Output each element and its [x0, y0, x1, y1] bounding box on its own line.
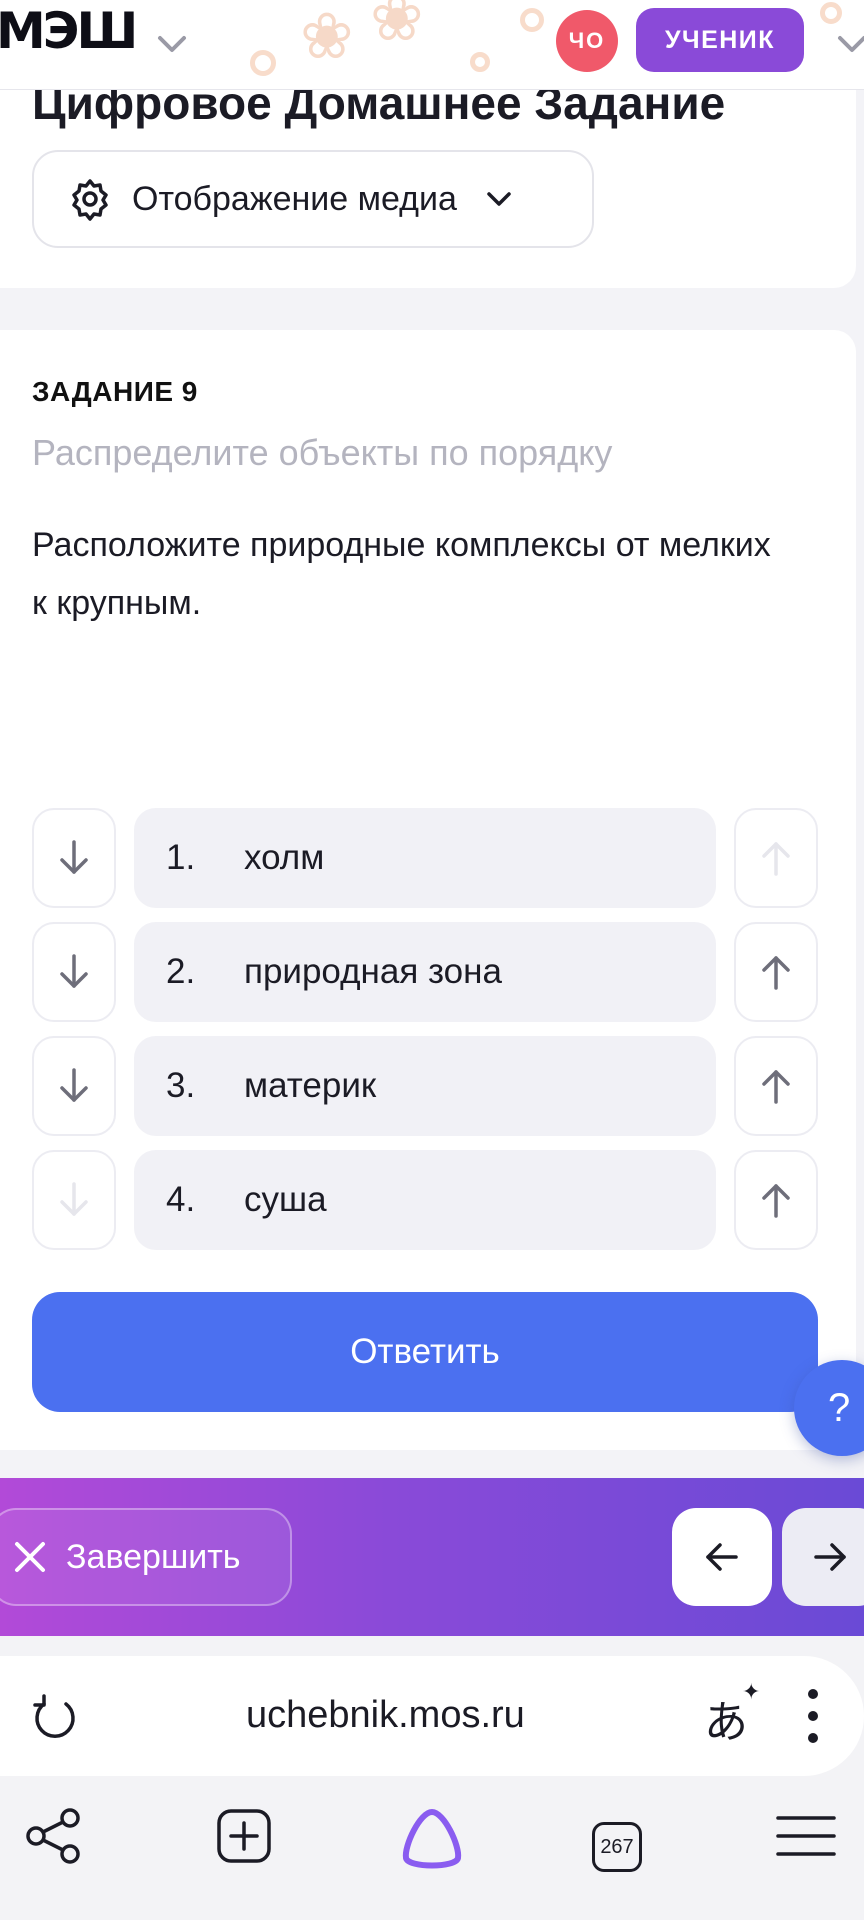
browser-bottom-nav: 267: [0, 1806, 864, 1916]
order-item[interactable]: 4. суша: [134, 1150, 716, 1250]
arrow-up-icon: [762, 842, 790, 876]
media-display-dropdown[interactable]: Отображение медиа: [32, 150, 594, 248]
maple-leaf-decoration: ❀: [370, 0, 424, 54]
hamburger-menu-icon[interactable]: [774, 1806, 838, 1866]
chevron-down-icon[interactable]: [832, 24, 864, 64]
browser-toolbar: uchebnik.mos.ru あ ✦ 267: [0, 1636, 864, 1920]
mesh-logo[interactable]: МЭШ: [0, 2, 138, 60]
move-down-button[interactable]: [32, 1036, 116, 1136]
more-options-icon[interactable]: [798, 1686, 828, 1746]
move-down-button[interactable]: [32, 922, 116, 1022]
arrow-right-icon: [814, 1543, 846, 1571]
order-item[interactable]: 3. материк: [134, 1036, 716, 1136]
move-up-button[interactable]: [734, 1150, 818, 1250]
ring-decoration: [250, 50, 276, 76]
order-item-row: 1. холм: [32, 808, 818, 908]
order-item[interactable]: 2. природная зона: [134, 922, 716, 1022]
order-item-row: 3. материк: [32, 1036, 818, 1136]
finish-button[interactable]: Завершить: [0, 1508, 292, 1606]
chevron-down-icon[interactable]: [152, 24, 192, 64]
order-item-label: природная зона: [244, 952, 502, 991]
move-down-button[interactable]: [32, 1150, 116, 1250]
ring-decoration: [820, 2, 842, 24]
move-up-button[interactable]: [734, 1036, 818, 1136]
task-navigation-bar: Завершить: [0, 1478, 864, 1636]
chevron-down-icon: [487, 192, 511, 206]
gear-icon: [72, 179, 108, 221]
order-item-number: 2.: [166, 952, 196, 991]
order-item-row: 4. суша: [32, 1150, 818, 1250]
alice-assistant-icon[interactable]: [398, 1806, 466, 1872]
arrow-up-icon: [762, 1184, 790, 1218]
order-item-label: холм: [244, 838, 325, 877]
finish-button-label: Завершить: [66, 1537, 241, 1576]
arrow-down-icon: [60, 954, 88, 988]
move-up-button[interactable]: [734, 922, 818, 1022]
order-item-number: 4.: [166, 1180, 196, 1219]
previous-task-button[interactable]: [672, 1508, 772, 1606]
next-task-button[interactable]: [782, 1508, 864, 1606]
task-question: Расположите природные комплексы от мелки…: [32, 526, 771, 622]
address-bar[interactable]: uchebnik.mos.ru あ ✦: [0, 1656, 864, 1776]
new-tab-icon[interactable]: [214, 1806, 274, 1866]
order-item-number: 3.: [166, 1066, 196, 1105]
order-item-label: суша: [244, 1180, 327, 1219]
arrow-down-icon: [60, 1068, 88, 1102]
order-item-number: 1.: [166, 838, 196, 877]
question-mark-icon: ?: [828, 1385, 851, 1430]
reload-icon[interactable]: [30, 1692, 80, 1742]
share-icon[interactable]: [24, 1806, 84, 1866]
top-header: ❀ ❀ МЭШ ЧО УЧЕНИК: [0, 0, 864, 90]
order-item[interactable]: 1. холм: [134, 808, 716, 908]
move-up-button[interactable]: [734, 808, 818, 908]
arrow-up-icon: [762, 1070, 790, 1104]
role-selector[interactable]: УЧЕНИК: [636, 8, 804, 72]
task-number: ЗАДАНИЕ 9: [32, 376, 198, 407]
tabs-counter[interactable]: 267: [592, 1822, 642, 1872]
order-item-row: 2. природная зона: [32, 922, 818, 1022]
arrow-left-icon: [706, 1543, 738, 1571]
order-item-label: материк: [244, 1066, 377, 1105]
ring-decoration: [470, 52, 490, 72]
media-dropdown-label: Отображение медиа: [132, 179, 457, 218]
maple-leaf-decoration: ❀: [300, 0, 354, 72]
user-avatar[interactable]: ЧО: [556, 10, 618, 72]
ring-decoration: [520, 8, 544, 32]
move-down-button[interactable]: [32, 808, 116, 908]
url-text[interactable]: uchebnik.mos.ru: [246, 1694, 525, 1737]
answer-button[interactable]: Ответить: [32, 1292, 818, 1412]
arrow-down-icon: [60, 1182, 88, 1216]
arrow-up-icon: [762, 956, 790, 990]
close-icon: [15, 1542, 45, 1572]
task-type: Распределите объекты по порядку: [32, 432, 613, 473]
arrow-down-icon: [60, 840, 88, 874]
translate-icon[interactable]: あ ✦: [704, 1680, 760, 1750]
